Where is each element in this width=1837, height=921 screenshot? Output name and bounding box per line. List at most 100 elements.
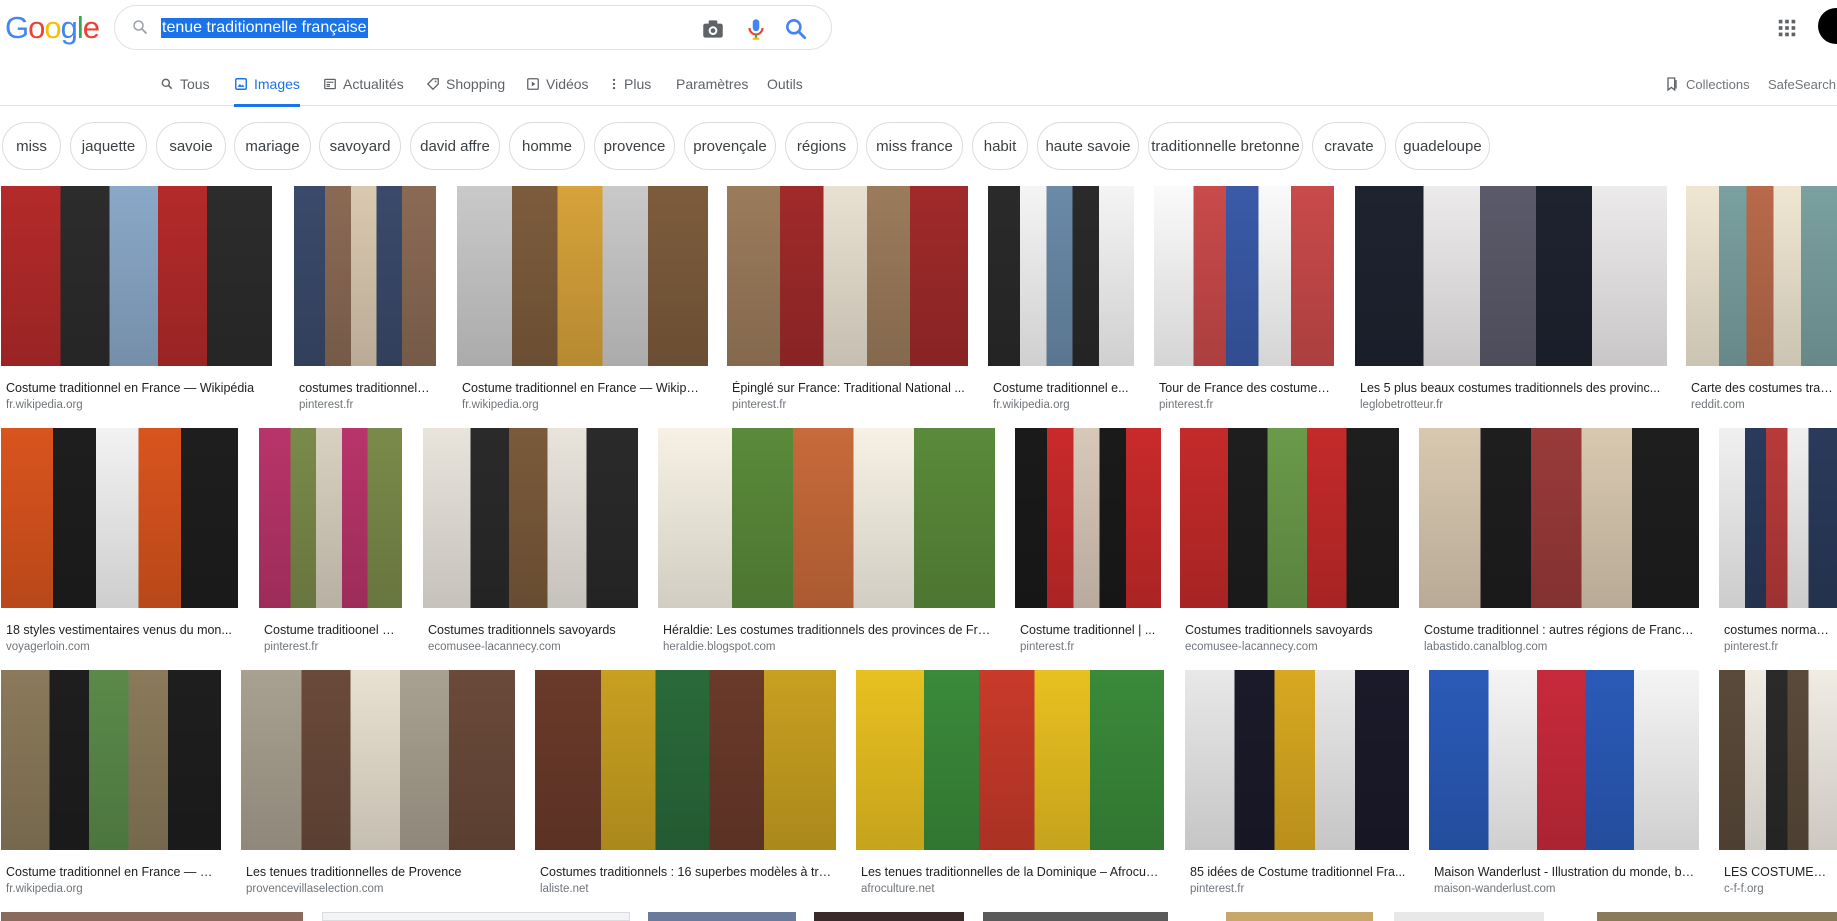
collections-link[interactable]: Collections (1664, 62, 1750, 106)
result-thumbnail[interactable] (1719, 428, 1837, 608)
result-title[interactable]: Costume traditionnel en France — Wikipéd… (462, 381, 705, 395)
image-result-card[interactable]: Tour de France des costumes... pinterest.… (1154, 186, 1334, 415)
chip-régions[interactable]: régions (785, 122, 858, 170)
image-result-card[interactable]: Costume traditionnel : autres régions de… (1419, 428, 1699, 657)
result-title[interactable]: Costume traditionnel | ... (1020, 623, 1158, 637)
result-source[interactable]: ecomusee-lacannecy.com (428, 641, 635, 653)
chip-homme[interactable]: homme (509, 122, 585, 170)
microphone-icon[interactable] (743, 16, 769, 42)
result-title[interactable]: LES COSTUMES TRA... (1724, 865, 1834, 879)
result-thumbnail[interactable] (1185, 670, 1409, 850)
image-result-card[interactable]: Maison Wanderlust - Illustration du mond… (1429, 670, 1699, 899)
image-result-card[interactable]: costumes traditionnels... pinterest.fr (294, 186, 436, 415)
result-thumbnail[interactable] (1, 428, 238, 608)
chip-traditionnelle-bretonne[interactable]: traditionnelle bretonne (1148, 122, 1303, 170)
search-input[interactable]: tenue traditionnelle française (161, 18, 368, 38)
result-title[interactable]: Épinglé sur France: Traditional National… (732, 381, 965, 395)
result-source[interactable]: fr.wikipedia.org (993, 399, 1131, 411)
chip-provençale[interactable]: provençale (684, 122, 776, 170)
result-thumbnail[interactable] (1180, 428, 1399, 608)
result-title[interactable]: Costume traditionnel : autres régions de… (1424, 623, 1696, 637)
result-source[interactable]: fr.wikipedia.org (462, 399, 705, 411)
result-thumbnail-partial[interactable] (1394, 912, 1544, 921)
tab-shopping[interactable]: Shopping (426, 62, 505, 106)
chip-guadeloupe[interactable]: guadeloupe (1395, 122, 1490, 170)
chip-jaquette[interactable]: jaquette (70, 122, 147, 170)
tab-tous[interactable]: Tous (160, 62, 210, 106)
result-source[interactable]: afroculture.net (861, 883, 1161, 895)
result-title[interactable]: Maison Wanderlust - Illustration du mond… (1434, 865, 1696, 879)
image-result-card[interactable]: Carte des costumes traditi... reddit.com (1686, 186, 1837, 415)
result-title[interactable]: Costumes traditionnels savoyards (1185, 623, 1396, 637)
chip-david-affre[interactable]: david affre (410, 122, 500, 170)
tab-outils[interactable]: Outils (767, 62, 803, 106)
result-thumbnail[interactable] (1015, 428, 1161, 608)
tab-plus[interactable]: Plus (610, 62, 651, 106)
image-result-card[interactable]: Costume traditionnel en France — Wikipéd… (1, 186, 272, 415)
result-title[interactable]: 18 styles vestimentaires venus du mon... (6, 623, 235, 637)
result-title[interactable]: Héraldie: Les costumes traditionnels des… (663, 623, 992, 637)
result-source[interactable]: pinterest.fr (1020, 641, 1158, 653)
result-title[interactable]: Costume traditioonel B... (264, 623, 399, 637)
tab-videos[interactable]: Vidéos (526, 62, 589, 106)
chip-habit[interactable]: habit (972, 122, 1028, 170)
image-result-card[interactable]: Héraldie: Les costumes traditionnels des… (658, 428, 995, 657)
result-thumbnail[interactable] (1, 670, 221, 850)
result-thumbnail[interactable] (856, 670, 1164, 850)
result-title[interactable]: Costume traditionnel e... (993, 381, 1131, 395)
result-source[interactable]: pinterest.fr (264, 641, 399, 653)
chip-savoie[interactable]: savoie (156, 122, 226, 170)
result-title[interactable]: Costume traditionnel en France — Wikipéd… (6, 381, 269, 395)
result-title[interactable]: Les tenues traditionnelles de la Dominiq… (861, 865, 1161, 879)
result-source[interactable]: laliste.net (540, 883, 833, 895)
chip-provence[interactable]: provence (594, 122, 675, 170)
result-thumbnail-partial[interactable] (1597, 912, 1837, 921)
result-thumbnail-partial[interactable] (983, 912, 1168, 921)
image-result-card[interactable]: Les tenues traditionnelles de Provence pr… (241, 670, 515, 899)
result-source[interactable]: leglobetrotteur.fr (1360, 399, 1664, 411)
search-submit-icon[interactable] (783, 16, 809, 42)
image-result-card[interactable]: 18 styles vestimentaires venus du mon...… (1, 428, 238, 657)
result-thumbnail[interactable] (241, 670, 515, 850)
result-thumbnail[interactable] (1429, 670, 1699, 850)
image-result-card[interactable]: Épinglé sur France: Traditional National… (727, 186, 968, 415)
result-thumbnail[interactable] (1419, 428, 1699, 608)
result-thumbnail[interactable] (1154, 186, 1334, 366)
result-thumbnail-partial[interactable] (648, 912, 796, 921)
tab-parametres[interactable]: Paramètres (676, 62, 748, 106)
result-thumbnail-partial[interactable] (814, 912, 964, 921)
result-source[interactable]: provencevillaselection.com (246, 883, 512, 895)
apps-grid-icon[interactable] (1776, 17, 1798, 39)
result-title[interactable]: costumes normande... (1724, 623, 1834, 637)
image-result-card[interactable]: LES COSTUMES TRA... c-f-f.org (1719, 670, 1837, 899)
result-thumbnail-partial[interactable] (1226, 912, 1373, 921)
result-thumbnail[interactable] (1686, 186, 1837, 366)
result-title[interactable]: Les 5 plus beaux costumes traditionnels … (1360, 381, 1664, 395)
result-title[interactable]: Tour de France des costumes... (1159, 381, 1331, 395)
result-source[interactable]: reddit.com (1691, 399, 1834, 411)
result-title[interactable]: Costumes traditionnels savoyards (428, 623, 635, 637)
chip-savoyard[interactable]: savoyard (319, 122, 401, 170)
result-source[interactable]: pinterest.fr (299, 399, 433, 411)
result-thumbnail[interactable] (294, 186, 436, 366)
result-title[interactable]: Carte des costumes traditi... (1691, 381, 1834, 395)
result-source[interactable]: ecomusee-lacannecy.com (1185, 641, 1396, 653)
result-thumbnail[interactable] (423, 428, 638, 608)
chip-haute-savoie[interactable]: haute savoie (1037, 122, 1139, 170)
safesearch-link[interactable]: SafeSearch (1768, 62, 1836, 106)
image-result-card[interactable]: Costume traditionnel e... fr.wikipedia.or… (988, 186, 1134, 415)
result-thumbnail[interactable] (1719, 670, 1837, 850)
result-thumbnail[interactable] (658, 428, 995, 608)
result-title[interactable]: Costumes traditionnels : 16 superbes mod… (540, 865, 833, 879)
image-result-card[interactable]: Costume traditionnel en France — Wi... fr… (1, 670, 221, 899)
camera-icon[interactable] (700, 16, 726, 42)
result-thumbnail-partial[interactable] (1, 912, 303, 921)
result-source[interactable]: pinterest.fr (1190, 883, 1406, 895)
tab-images[interactable]: Images (234, 62, 300, 107)
result-source[interactable]: voyagerloin.com (6, 641, 235, 653)
result-title[interactable]: Costume traditionnel en France — Wi... (6, 865, 218, 879)
result-thumbnail[interactable] (457, 186, 708, 366)
result-title[interactable]: costumes traditionnels... (299, 381, 433, 395)
chip-miss-france[interactable]: miss france (866, 122, 963, 170)
result-thumbnail-partial[interactable] (322, 912, 630, 921)
